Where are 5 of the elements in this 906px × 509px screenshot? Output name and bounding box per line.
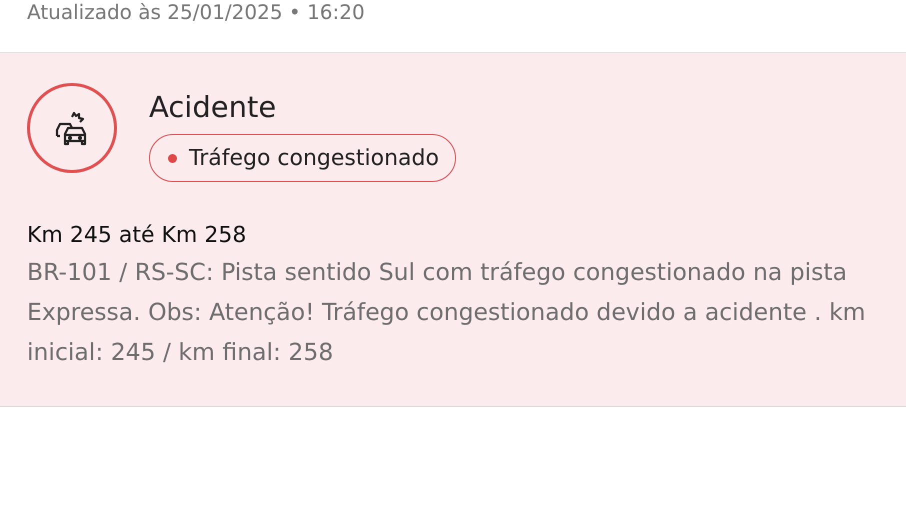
incident-title: Acidente	[149, 89, 278, 126]
km-range: Km 245 até Km 258	[27, 222, 248, 250]
updated-timestamp: Atualizado às 25/01/2025 • 16:20	[27, 0, 366, 24]
incident-description: BR-101 / RS-SC: Pista sentido Sul com tráfego congestionado na pista Expressa. Obs: Atenção! Tráfego congestionado devido a acidente . km inicial: 245 / km final: 258	[27, 257, 867, 368]
status-label: Tráfego congestionado	[189, 146, 439, 170]
